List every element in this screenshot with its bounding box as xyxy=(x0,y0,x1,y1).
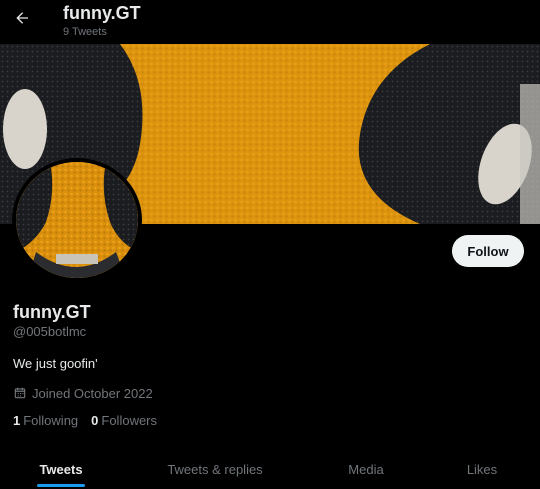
handle: @005botlmc xyxy=(13,324,87,339)
display-name: funny.GT xyxy=(13,302,91,322)
tab-label: Likes xyxy=(466,461,498,477)
tab-likes[interactable]: Likes xyxy=(434,449,530,489)
avatar[interactable] xyxy=(12,158,142,282)
tab-label: Tweets & replies xyxy=(167,461,263,477)
header-title: funny.GT xyxy=(63,3,141,23)
followers-link[interactable]: 0 Followers xyxy=(91,413,157,428)
joined-text: Joined October 2022 xyxy=(32,385,153,401)
tab-label: Tweets xyxy=(39,461,83,477)
tab-tweets-replies[interactable]: Tweets & replies xyxy=(135,449,295,489)
tab-tweets[interactable]: Tweets xyxy=(0,449,122,489)
arrow-left-icon xyxy=(14,10,30,31)
avatar-image xyxy=(16,162,138,278)
follow-button[interactable]: Follow xyxy=(452,235,524,267)
profile-tabs: Tweets Tweets & replies Media Likes xyxy=(0,449,540,489)
followers-count: 0 xyxy=(91,413,99,428)
profile-header: funny.GT 9 Tweets xyxy=(0,0,540,44)
calendar-icon xyxy=(13,386,27,400)
followers-label: Followers xyxy=(101,413,158,428)
following-link[interactable]: 1 Following xyxy=(13,413,78,428)
tab-label: Media xyxy=(348,461,384,477)
tab-media[interactable]: Media xyxy=(318,449,414,489)
active-tab-indicator xyxy=(37,484,85,487)
tweet-count: 9 Tweets xyxy=(63,26,107,38)
back-button[interactable] xyxy=(8,6,36,34)
following-count: 1 xyxy=(13,413,21,428)
bio: We just goofin' xyxy=(13,356,98,371)
following-label: Following xyxy=(23,413,79,428)
follow-stats: 1 Following 0 Followers xyxy=(13,413,157,428)
joined-date: Joined October 2022 xyxy=(13,384,153,402)
